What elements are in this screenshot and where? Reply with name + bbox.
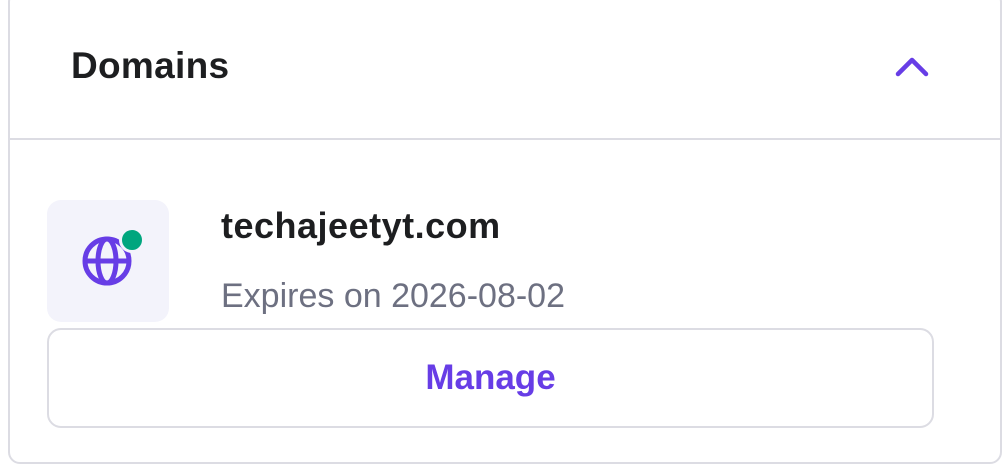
collapse-button[interactable]: [890, 48, 934, 84]
domain-expiry-date: Expires on 2026-08-02: [221, 277, 566, 315]
domain-name[interactable]: techajeetyt.com: [221, 204, 501, 248]
card-title: Domains: [71, 45, 230, 86]
manage-button[interactable]: Manage: [47, 328, 934, 428]
chevron-up-icon: [895, 57, 929, 77]
card-header[interactable]: Domains: [10, 0, 1000, 140]
status-dot: [119, 227, 145, 253]
domain-icon-container: [47, 200, 169, 322]
